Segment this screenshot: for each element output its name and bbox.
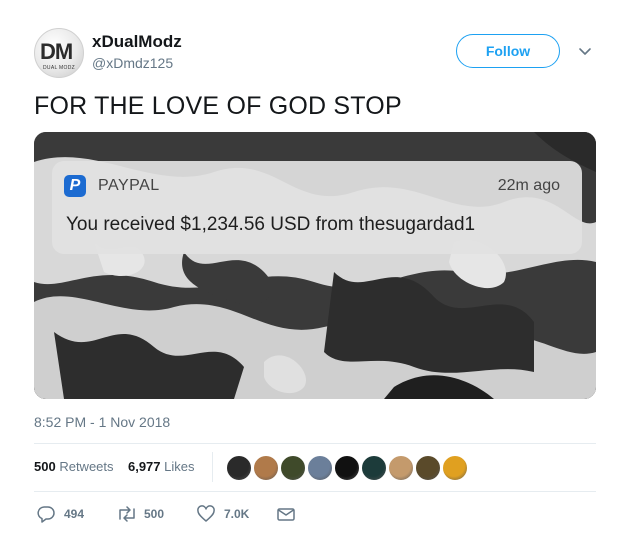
reply-count: 494 xyxy=(64,507,85,521)
retweet-count: 500 xyxy=(144,507,165,521)
liker-avatar[interactable] xyxy=(226,455,252,481)
avatar-logo: DM xyxy=(40,39,73,64)
notification-time: 22m ago xyxy=(497,177,560,194)
heart-icon xyxy=(197,505,215,522)
tweet-timestamp[interactable]: 8:52 PM - 1 Nov 2018 xyxy=(34,414,170,430)
likes-label: Likes xyxy=(164,459,195,474)
likes-stat[interactable]: 6,977 Likes xyxy=(128,459,195,474)
user-handle[interactable]: @xDmdz125 xyxy=(92,55,173,71)
notification-app-name: PAYPAL xyxy=(98,177,160,194)
liker-avatar[interactable] xyxy=(307,455,333,481)
tweet-media-image[interactable]: P PAYPAL 22m ago You received $1,234.56 … xyxy=(34,132,596,399)
retweets-label: Retweets xyxy=(59,459,114,474)
like-count: 7.0K xyxy=(224,507,250,521)
envelope-icon xyxy=(277,508,295,521)
liker-avatar[interactable] xyxy=(253,455,279,481)
paypal-icon: P xyxy=(64,175,86,197)
avatar-subtext: DUAL MODZ xyxy=(43,65,75,71)
display-name[interactable]: xDualModz xyxy=(92,32,182,52)
engagement-stats: 500 Retweets 6,977 Likes xyxy=(34,459,195,474)
retweets-count: 500 xyxy=(34,459,56,474)
liker-avatar[interactable] xyxy=(442,455,468,481)
notification-message: You received $1,234.56 USD from thesugar… xyxy=(66,214,476,235)
liker-avatar[interactable] xyxy=(280,455,306,481)
liker-avatar[interactable] xyxy=(388,455,414,481)
liker-avatar[interactable] xyxy=(415,455,441,481)
liker-avatar[interactable] xyxy=(361,455,387,481)
divider xyxy=(34,491,596,492)
chevron-down-icon[interactable] xyxy=(576,42,594,60)
reply-icon xyxy=(37,506,55,523)
liker-avatar[interactable] xyxy=(334,455,360,481)
follow-button[interactable]: Follow xyxy=(456,34,560,68)
tweet-text: FOR THE LOVE OF GOD STOP xyxy=(34,92,402,120)
retweets-stat[interactable]: 500 Retweets xyxy=(34,459,114,474)
divider xyxy=(34,443,596,444)
avatar[interactable]: DM DUAL MODZ xyxy=(34,28,84,78)
stats-separator xyxy=(212,452,213,482)
paypal-notification: P PAYPAL 22m ago You received $1,234.56 … xyxy=(52,161,582,254)
likes-count: 6,977 xyxy=(127,459,161,474)
retweet-icon xyxy=(119,506,135,522)
